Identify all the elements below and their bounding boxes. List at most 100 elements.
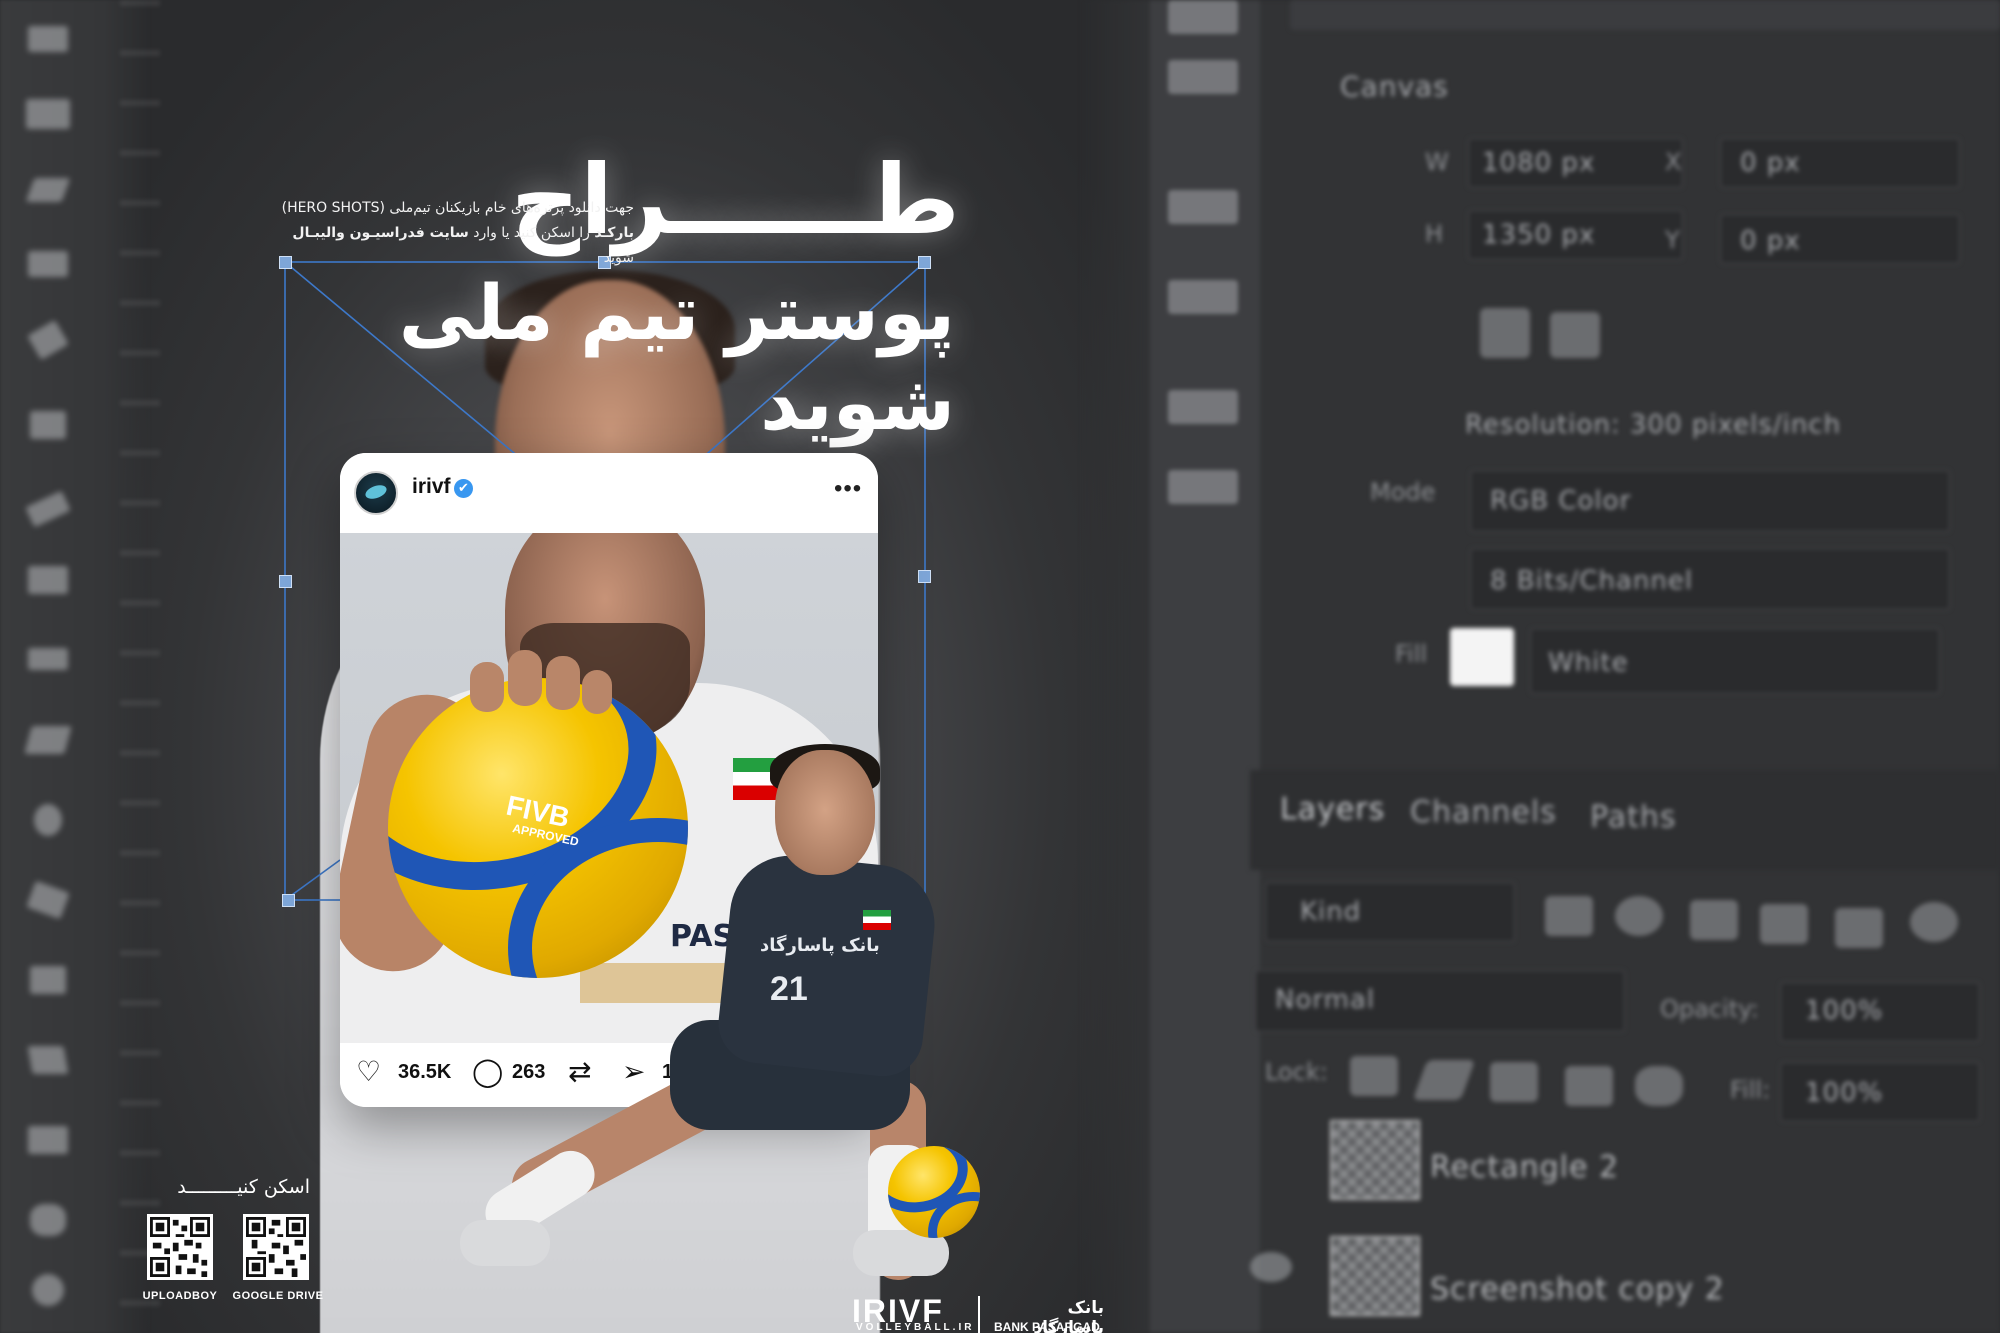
kind-filter-label: Kind: [1300, 897, 1362, 927]
mode-value: RGB Color: [1490, 486, 1632, 516]
fill-percent-label: Fill:: [1730, 1076, 1771, 1104]
portrait-orientation-icon[interactable]: [1480, 308, 1530, 358]
brush-tool-icon: [20, 490, 80, 528]
more-options-icon[interactable]: •••: [834, 475, 862, 503]
eyedropper-tool-icon: [20, 319, 80, 361]
marquee-tool-icon: [20, 95, 80, 133]
eraser-tool-icon: [20, 640, 80, 678]
mode-label: Mode: [1370, 478, 1436, 506]
history-tool-icon: [20, 560, 80, 598]
opacity-label: Opacity:: [1660, 995, 1759, 1023]
layer-thumb-rectangle[interactable]: [1330, 1120, 1420, 1200]
like-heart-icon[interactable]: ♡: [356, 1057, 381, 1087]
layer-visibility-eye-icon[interactable]: [1250, 1252, 1292, 1282]
qr-code-google-drive[interactable]: [243, 1214, 309, 1280]
qr-label-google-drive: GOOGLE DRIVE: [232, 1290, 324, 1302]
subtitle: جهت دانلود پرتره‌های خام بازیکنان تیم‌مل…: [262, 196, 634, 271]
filter-toggle-icon[interactable]: [1910, 902, 1958, 942]
shape-tool-icon: [20, 1120, 80, 1158]
blend-mode-value: Normal: [1275, 985, 1376, 1015]
federation-logo-sub: VOLLEYBALL.IR: [856, 1322, 975, 1333]
logo-divider: [978, 1296, 980, 1333]
x-label: X: [1665, 148, 1682, 176]
properties-content: Canvas W 1080 px X 0 px H 1350 px Y 0 px…: [1080, 0, 2000, 1333]
post-username[interactable]: irivf: [412, 475, 451, 499]
transform-handle-bl[interactable]: [282, 894, 295, 907]
bank-logo-en: BANK PASARGAD: [994, 1320, 1100, 1333]
tab-layers[interactable]: Layers: [1280, 792, 1385, 827]
width-value: 1080 px: [1482, 148, 1596, 178]
fill-swatch[interactable]: [1450, 628, 1514, 686]
layer-thumb-screenshot[interactable]: [1330, 1236, 1420, 1316]
subtitle-line-2: بارکـد را اسکن کنید یا وارد سایت فدراسیـ…: [262, 221, 634, 271]
path-select-tool-icon: [20, 1040, 80, 1078]
stamp-tool-icon: [20, 405, 80, 443]
resolution-text: Resolution: 300 pixels/inch: [1465, 410, 1842, 440]
crop-tool-icon: [20, 245, 80, 283]
volleyball-small: [888, 1146, 980, 1238]
qr-pattern-2: [246, 1217, 306, 1277]
pen-tool-icon: [20, 880, 80, 920]
small-player-face: [775, 750, 875, 875]
width-label: W: [1425, 148, 1449, 176]
transform-handle-ml[interactable]: [279, 575, 292, 588]
canvas-section-label: Canvas: [1340, 70, 1449, 103]
text-tool-icon: [20, 960, 80, 998]
like-count: 36.5K: [398, 1061, 452, 1083]
avatar[interactable]: [354, 471, 398, 515]
tab-channels[interactable]: Channels: [1410, 795, 1557, 830]
headline-line-2: پوستر تیم ملی شوید: [398, 268, 955, 447]
post-header: irivf ✔ •••: [340, 453, 878, 533]
height-label: H: [1425, 220, 1444, 248]
y-value: 0 px: [1740, 226, 1801, 256]
blur-tool-icon: [20, 800, 80, 838]
filter-smart-object-icon[interactable]: [1835, 908, 1883, 948]
zoom-tool-icon: [20, 1270, 80, 1308]
move-tool-icon: [20, 20, 80, 58]
filter-type-icon[interactable]: [1690, 900, 1738, 940]
subtitle-end: شوید: [603, 250, 634, 266]
filter-adjustment-icon[interactable]: [1615, 896, 1663, 936]
subtitle-barcode: بارکـد: [594, 225, 634, 241]
filter-pixel-icon[interactable]: [1545, 896, 1593, 936]
lasso-tool-icon: [20, 170, 80, 208]
verified-badge-icon: ✔: [454, 479, 473, 498]
opacity-value: 100%: [1805, 996, 1884, 1026]
qr-code-uploadboy[interactable]: [147, 1214, 213, 1280]
landscape-orientation-icon[interactable]: [1550, 312, 1600, 358]
layer-name-screenshot[interactable]: Screenshot copy 2: [1430, 1272, 1725, 1307]
jersey-number: 21: [770, 970, 808, 1008]
properties-header: [1290, 0, 2000, 30]
shoe-left: [460, 1220, 550, 1266]
gradient-tool-icon: [20, 720, 80, 758]
x-value: 0 px: [1740, 148, 1801, 178]
subtitle-mid: را اسکن کنید یا وارد: [468, 225, 595, 241]
scan-prompt: اسکن کنیـــــــــد: [177, 1176, 310, 1198]
tab-paths[interactable]: Paths: [1590, 800, 1677, 835]
fill-label: Fill: [1395, 640, 1428, 668]
qr-label-uploadboy: UPLOADBOY: [142, 1290, 218, 1302]
lock-label: Lock:: [1265, 1058, 1328, 1086]
hand-fingers: [470, 650, 620, 714]
fill-percent-value: 100%: [1805, 1078, 1884, 1108]
toolbar-left-column: [120, 0, 160, 1333]
hand-tool-icon: [20, 1200, 80, 1238]
y-label: Y: [1665, 226, 1680, 254]
lock-artboard-icon[interactable]: [1565, 1066, 1613, 1106]
filter-shape-icon[interactable]: [1760, 904, 1808, 944]
height-value: 1350 px: [1482, 220, 1596, 250]
bits-value: 8 Bits/Channel: [1490, 566, 1694, 596]
small-jersey-sponsor: بانک پاسارگاد: [760, 935, 880, 956]
lock-image-icon[interactable]: [1412, 1060, 1476, 1100]
subtitle-line-1: جهت دانلود پرتره‌های خام بازیکنان تیم‌مل…: [281, 200, 634, 216]
subtitle-site: سایت فدراسیـون والیبـال: [292, 225, 469, 241]
lock-position-icon[interactable]: [1490, 1062, 1538, 1102]
headline-line-1: طــــــراح: [510, 144, 960, 256]
lock-transparent-icon[interactable]: [1350, 1056, 1398, 1096]
small-iran-flag-icon: [863, 910, 891, 930]
lock-all-icon[interactable]: [1635, 1066, 1683, 1106]
fill-value: White: [1548, 648, 1629, 678]
transform-handle-mr[interactable]: [918, 570, 931, 583]
qr-pattern-1: [150, 1217, 210, 1277]
layer-name-rectangle[interactable]: Rectangle 2: [1430, 1150, 1619, 1185]
